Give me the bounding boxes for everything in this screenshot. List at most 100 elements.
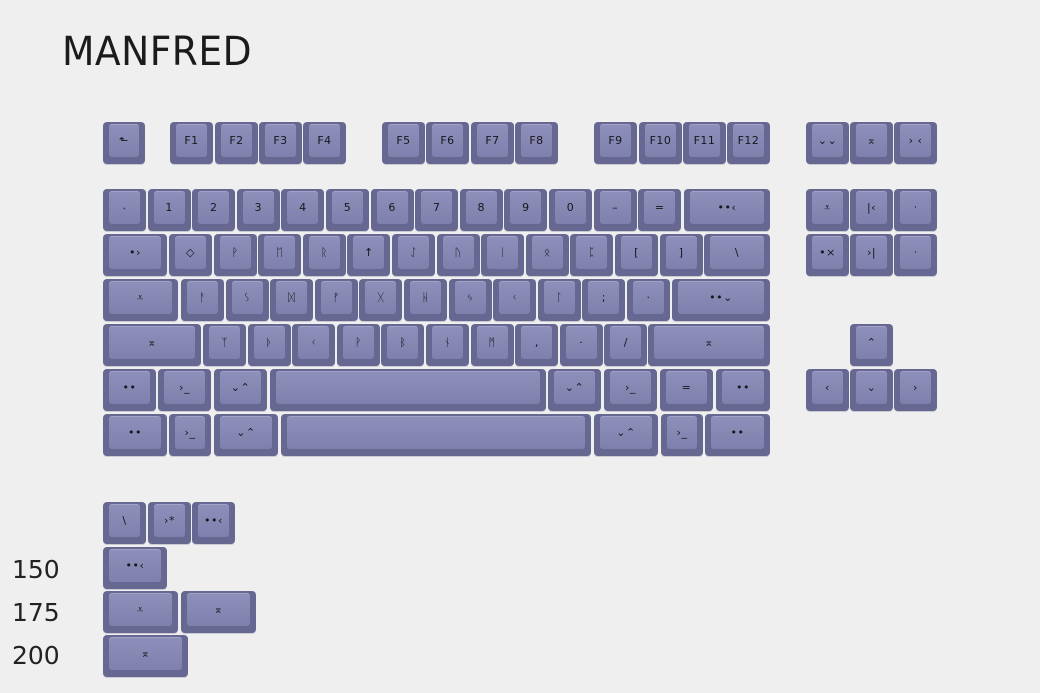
keycap-letter: ᚦ: [247, 324, 291, 366]
keycap-enter: ••⌄: [672, 279, 770, 321]
keycap-legend: ᚹ: [231, 246, 239, 259]
keycap-letter: ᚲ: [493, 279, 537, 321]
keycap-legend: •›: [129, 246, 141, 259]
keycap-legend: ⩡: [137, 602, 144, 616]
keycap-letter: [: [615, 234, 658, 276]
keycap-legend: ›_: [184, 426, 196, 439]
keycap-number-row: 5: [326, 189, 369, 231]
keycap-legend: ᐧ: [913, 246, 918, 259]
keycap-legend: ⌅: [147, 336, 157, 349]
keycap-legend: ••: [736, 381, 750, 394]
keycap-f3: F3: [259, 122, 302, 164]
keycap-legend: ᚢ: [454, 246, 462, 259]
keycap-escape: ⬑: [103, 122, 145, 164]
keycap-letter: ᚨ: [181, 279, 224, 321]
keycap-legend: ⌄⌃: [236, 426, 256, 439]
keycap-letter: ᚾ: [426, 324, 469, 366]
keycap-number-row: 9: [504, 189, 548, 231]
keycap-legend: F6: [440, 134, 455, 147]
keycap-letter: ᛈ: [570, 234, 614, 276]
size-label-150: 150: [12, 555, 60, 584]
keycap-legend: [276, 371, 540, 404]
keycap-legend: ᐧ: [913, 201, 918, 214]
keycap-legend: ‹: [825, 381, 830, 394]
keycap-legend: F8: [529, 134, 544, 147]
keycap-legend: 4: [299, 201, 307, 214]
keycap-modifier: ›_: [169, 414, 211, 456]
keycap-f2: F2: [215, 122, 258, 164]
keycap-left-shift: ⌅: [103, 324, 201, 366]
keycap-extra: \: [103, 502, 146, 544]
keycap-f5: F5: [382, 122, 425, 164]
keycap-legend: ᚲ: [511, 291, 519, 304]
keycap-legend: ⌄⌃: [616, 426, 636, 439]
keycap-extra: ›*: [148, 502, 191, 544]
keycap-letter: ᛖ: [258, 234, 302, 276]
keycap-legend: ᛚ: [555, 291, 563, 304]
keycap-nav: ᐧ: [894, 189, 937, 231]
keycap-legend: 2: [209, 201, 218, 214]
keycap-legend: ›*: [164, 514, 175, 527]
keycap-nav: •×: [806, 234, 849, 276]
keycap-modifier: ›_: [604, 369, 657, 411]
keycap-letter: ;: [582, 279, 626, 321]
keycap-legend: ⌄⌄: [817, 134, 838, 147]
keycap-legend: F3: [273, 134, 288, 147]
keycap-legend: ᚲ: [310, 336, 318, 349]
keycap-legend: /: [623, 336, 628, 349]
keycap-legend: ••‹: [717, 201, 737, 214]
keycap-f6: F6: [426, 122, 469, 164]
keycap-backspace: ••‹: [684, 189, 770, 231]
keycap-legend: ⌄: [866, 381, 877, 394]
keycap-legend: |‹: [866, 201, 877, 214]
keycap-letter: ᚹ: [213, 234, 257, 276]
keycap-number-row: –: [593, 189, 637, 231]
keycap-extra-175: ⩡: [103, 591, 178, 633]
keycap-legend: ⩡: [824, 200, 831, 214]
keycap-legend: ⬑: [119, 134, 129, 147]
keycap-legend: ›_: [625, 381, 636, 394]
keycap-letter: ◇: [169, 234, 212, 276]
keycap-modifier: ⌄⌃: [214, 369, 267, 411]
keycap-legend: ᚺ: [421, 291, 430, 304]
keycap-legend: ᛈ: [588, 246, 596, 259]
keycap-number-row: =: [638, 189, 682, 231]
keycap-legend: 5: [343, 201, 352, 214]
keycap-legend: ⌅: [213, 603, 224, 616]
keycap-number-row: 2: [192, 189, 236, 231]
keycap-arrow-right: ›: [894, 369, 937, 411]
size-label-200: 200: [12, 641, 60, 670]
keycap-nav: ⩡: [806, 189, 849, 231]
keycap-legend: F10: [649, 134, 672, 147]
keycap-legend: 7: [432, 201, 441, 214]
keycap-legend: 0: [566, 201, 575, 214]
keycap-legend: F5: [396, 134, 411, 147]
keycap-f11: F11: [683, 122, 726, 164]
keycap-letter: ᛞ: [270, 279, 314, 321]
keycap-nav: ᐧ: [894, 234, 937, 276]
keycap-letter: ᚹ: [336, 324, 380, 366]
keycap-extra-200: ⌅: [103, 635, 188, 677]
keycap-modifier: ••: [103, 369, 156, 411]
keycap-legend: ;: [601, 291, 606, 304]
keycap-extra: › ‹: [894, 122, 937, 164]
keycap-f1: F1: [170, 122, 213, 164]
keycap-extra-175: ⌅: [181, 591, 256, 633]
keycap-legend: 3: [254, 201, 263, 214]
keycap-letter: ᚺ: [404, 279, 447, 321]
keycap-legend: ⌅: [704, 336, 714, 349]
keycap-number-row: 4: [281, 189, 325, 231]
keycap-letter: ·: [559, 324, 603, 366]
keycap-legend: ••⌄: [709, 291, 733, 304]
keycap-letter: ↑: [347, 234, 391, 276]
keycap-legend: ›: [913, 381, 918, 394]
keycap-extra-150: ••‹: [103, 547, 167, 589]
keycap-modifier: ••: [716, 369, 770, 411]
keycap-f7: F7: [471, 122, 514, 164]
keycap-legend: ••: [128, 426, 142, 439]
keycap-letter: ᛉ: [203, 324, 246, 366]
keycap-legend: › ‹: [908, 134, 923, 147]
keycap-number-row: 8: [459, 189, 503, 231]
keycap-letter: ᚠ: [314, 279, 358, 321]
keycap-legend: ⩡: [137, 290, 144, 304]
